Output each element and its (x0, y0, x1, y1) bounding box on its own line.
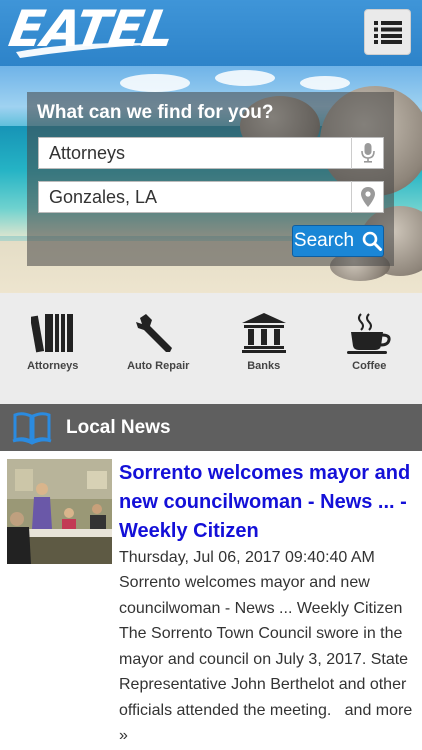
category-bar: Attorneys Auto Repair Banks Coffee (0, 293, 422, 404)
menu-button[interactable] (364, 9, 411, 55)
bank-icon (241, 313, 286, 353)
search-icon (362, 231, 383, 251)
where-input-value[interactable]: Gonzales, LA (39, 187, 351, 208)
app-header: EATEL (0, 0, 422, 66)
hero-cloud (300, 76, 350, 90)
category-coffee[interactable]: Coffee (317, 293, 422, 404)
location-pin-icon (360, 187, 375, 207)
microphone-icon (360, 143, 375, 163)
search-button[interactable]: Search (292, 225, 384, 257)
search-panel: What can we find for you? Attorneys Gonz… (27, 92, 394, 266)
what-input[interactable]: Attorneys (38, 137, 384, 169)
hero-cloud (215, 70, 275, 86)
article-photo (7, 459, 112, 564)
category-label: Coffee (352, 360, 387, 372)
search-button-label: Search (293, 230, 355, 251)
wrench-icon (136, 314, 173, 352)
local-news-header: Local News (0, 404, 422, 451)
category-banks[interactable]: Banks (211, 293, 317, 404)
category-auto-repair[interactable]: Auto Repair (106, 293, 212, 404)
logo-text: EATEL (4, 0, 179, 58)
local-news-title: Local News (66, 416, 171, 438)
category-label: Attorneys (27, 360, 79, 372)
hero-cloud (120, 74, 190, 92)
what-input-value[interactable]: Attorneys (39, 143, 351, 164)
open-book-icon (12, 411, 52, 445)
news-article[interactable]: Sorrento welcomes mayor and new councilw… (0, 451, 422, 750)
coffee-cup-icon (347, 313, 391, 354)
article-title-link[interactable]: Sorrento welcomes mayor and new councilw… (119, 459, 417, 546)
category-label: Auto Repair (127, 360, 190, 372)
books-icon (30, 314, 73, 353)
article-summary: Sorrento welcomes mayor and new councilw… (119, 570, 417, 749)
article-thumbnail[interactable] (7, 459, 112, 564)
where-input[interactable]: Gonzales, LA (38, 181, 384, 213)
microphone-button[interactable] (351, 137, 383, 169)
search-title: What can we find for you? (37, 102, 274, 123)
article-body-text: Sorrento welcomes mayor and new councilw… (119, 574, 409, 719)
article-date: Thursday, Jul 06, 2017 09:40:40 AM (119, 549, 375, 566)
category-attorneys[interactable]: Attorneys (0, 293, 106, 404)
list-icon (373, 21, 402, 44)
category-label: Banks (247, 360, 281, 372)
location-button[interactable] (351, 181, 383, 213)
